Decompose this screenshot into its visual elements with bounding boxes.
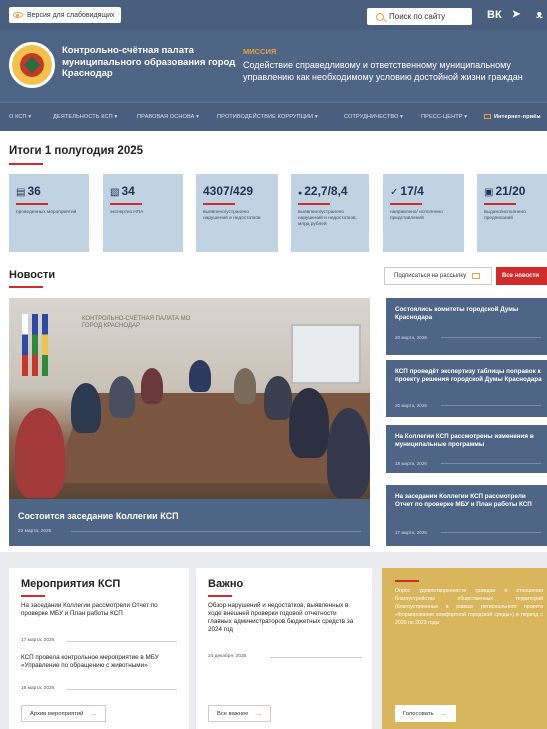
- main-news-title[interactable]: Состоится заседание Коллегии КСП: [18, 511, 179, 521]
- all-news-label: Все новости: [502, 273, 540, 279]
- stat-label: проведенных мероприятий: [16, 210, 77, 215]
- odnoklassniki-icon[interactable]: ᴥ: [536, 9, 543, 21]
- side-news-item[interactable]: Состоялись комитеты городской Думы Красн…: [386, 298, 547, 355]
- search-icon: [376, 12, 384, 21]
- document-icon: ▧: [110, 187, 120, 198]
- vote-label: Голосовать: [403, 710, 434, 717]
- nav-item-about[interactable]: О КСП ▾: [9, 114, 31, 120]
- nav-item-anticorruption[interactable]: ПРОТИВОДЕЙСТВИЕ КОРРУПЦИИ ▾: [217, 114, 318, 120]
- events-card: Мероприятия КСП На заседании Коллегии ра…: [9, 568, 189, 729]
- mission-text: Содействие справедливому и ответственном…: [243, 60, 523, 82]
- stat-card-events: ▤ 36 проведенных мероприятий: [9, 174, 89, 252]
- all-important-button[interactable]: Все важное →: [208, 705, 272, 722]
- important-card: Важно Обзор нарушений и недостатков, выя…: [196, 568, 372, 729]
- stat-value: 34: [121, 184, 135, 198]
- low-vision-label: Версия для слабовидящих: [27, 11, 115, 19]
- side-news-date: 18 марта, 2026: [395, 461, 427, 466]
- side-news-date: 20 марта, 2026: [395, 403, 427, 408]
- arrow-right-icon: →: [254, 709, 263, 718]
- calendar-icon: ▤: [16, 187, 26, 198]
- events-title: Мероприятия КСП: [21, 578, 121, 590]
- subscribe-label: Подписаться на рассылку: [394, 273, 467, 279]
- results-title: Итоги 1 полугодия 2025: [9, 145, 144, 157]
- side-news-item[interactable]: На Коллегии КСП рассмотрены изменения в …: [386, 425, 547, 473]
- news-photo: КОНТРОЛЬНО-СЧЁТНАЯ ПАЛАТА МО ГОРОД КРАСН…: [9, 298, 370, 499]
- clipboard-icon: ▣: [484, 187, 494, 198]
- stat-label: выявлено/устранено нарушений и недостатк…: [203, 210, 261, 222]
- low-vision-button[interactable]: Версия для слабовидящих: [9, 7, 121, 23]
- stat-label: экспертиз НПА: [110, 210, 144, 215]
- results-underline: [9, 163, 43, 165]
- event-item-title[interactable]: КСП провела контрольное мероприятие в МБ…: [21, 654, 181, 670]
- stat-card-rubles: ● 22,7/8,4 выявлено/устранено нарушений и…: [291, 174, 369, 252]
- wall-sign: КОНТРОЛЬНО-СЧЁТНАЯ ПАЛАТА МО ГОРОД КРАСН…: [82, 316, 191, 329]
- organization-name[interactable]: Контрольно-счётная палата муниципального…: [62, 45, 237, 80]
- top-bar: Версия для слабовидящих Поиск по сайту В…: [0, 0, 547, 30]
- search-label: Поиск по сайту: [389, 12, 446, 21]
- eye-icon: [13, 12, 23, 18]
- stat-card-representations: ✓ 17/4 направлено/ исполнено представлени…: [383, 174, 464, 252]
- events-archive-label: Архив мероприятий: [30, 710, 84, 717]
- mission-title: МИССИЯ: [243, 47, 277, 56]
- vote-button[interactable]: Голосовать →: [395, 705, 456, 722]
- divider: [71, 531, 361, 532]
- nav-item-cooperation[interactable]: СОТРУДНИЧЕСТВО ▾: [344, 114, 403, 120]
- subscribe-button[interactable]: Подписаться на рассылку: [384, 267, 492, 285]
- news-underline: [9, 286, 43, 288]
- event-item-date: 16 марта, 2026: [21, 686, 55, 691]
- event-item-title[interactable]: На заседании Коллегии рассмотрели Отчет …: [21, 602, 181, 618]
- stat-value: 21/20: [495, 184, 526, 198]
- side-news-item[interactable]: КСП проведёт экспертизу таблицы поправок…: [386, 360, 547, 417]
- coin-icon: ●: [298, 190, 303, 197]
- nav-item-press[interactable]: ПРЕСС-ЦЕНТР ▾: [421, 114, 467, 120]
- check-circle-icon: ✓: [390, 187, 399, 198]
- all-important-label: Все важное: [217, 710, 249, 717]
- arrow-right-icon: →: [89, 709, 98, 718]
- main-news-card[interactable]: КОНТРОЛЬНО-СЧЁТНАЯ ПАЛАТА МО ГОРОД КРАСН…: [9, 298, 370, 546]
- news-title: Новости: [9, 269, 56, 281]
- main-news-date: 22 марта, 2026: [18, 529, 52, 534]
- main-nav: О КСП ▾ ДЕЯТЕЛЬНОСТЬ КСП ▾ ПРАВОВАЯ ОСНО…: [0, 102, 547, 131]
- arrow-right-icon: →: [439, 709, 448, 718]
- stat-card-prescriptions: ▣ 21/20 выдано/исполнено предписаний: [477, 174, 547, 252]
- event-item-date: 17 марта, 2026: [21, 638, 55, 643]
- nav-item-activity[interactable]: ДЕЯТЕЛЬНОСТЬ КСП ▾: [53, 114, 117, 120]
- site-header: Контрольно-счётная палата муниципального…: [0, 30, 547, 102]
- poll-text: Опрос удовлетворенности граждан в отноше…: [395, 588, 543, 626]
- side-news-item[interactable]: На заседании Коллегии КСП рассмотрели От…: [386, 485, 547, 546]
- stat-label: выдано/исполнено предписаний: [484, 210, 526, 222]
- important-item-date: 24 декабря, 2025: [208, 654, 247, 659]
- stat-card-expertise: ▧ 34 экспертиз НПА: [103, 174, 183, 252]
- stat-label: выявлено/устранено нарушений и недостатк…: [298, 210, 357, 228]
- all-news-button[interactable]: Все новости: [496, 267, 547, 285]
- stat-card-violations: 4307/429 выявлено/устранено нарушений и …: [196, 174, 278, 252]
- stat-value: 36: [27, 184, 41, 198]
- telegram-icon[interactable]: ➤: [512, 9, 520, 20]
- nav-item-internet-reception[interactable]: Интернет-приём: [484, 114, 541, 120]
- important-item-title[interactable]: Обзор нарушений и недостатков, выявленны…: [208, 602, 358, 634]
- side-news-title[interactable]: Состоялись комитеты городской Думы Красн…: [395, 306, 545, 322]
- stat-value: 22,7/8,4: [304, 184, 348, 198]
- stat-label: направлено/ исполнено представлений: [390, 210, 443, 222]
- envelope-icon: [484, 114, 491, 119]
- poll-card: Опрос удовлетворенности граждан в отноше…: [382, 568, 547, 729]
- envelope-icon: [472, 273, 481, 279]
- important-title: Важно: [208, 578, 244, 590]
- nav-item-legal[interactable]: ПРАВОВАЯ ОСНОВА ▾: [137, 114, 199, 120]
- coat-of-arms-logo[interactable]: [9, 42, 55, 88]
- site-search-button[interactable]: Поиск по сайту: [367, 8, 472, 25]
- side-news-title[interactable]: На заседании Коллегии КСП рассмотрели От…: [395, 493, 545, 509]
- stat-value: 17/4: [400, 184, 424, 198]
- side-news-date: 17 марта, 2026: [395, 530, 427, 535]
- events-archive-button[interactable]: Архив мероприятий →: [21, 705, 107, 722]
- side-news-title[interactable]: КСП проведёт экспертизу таблицы поправок…: [395, 368, 545, 384]
- vk-icon[interactable]: ВК: [487, 9, 502, 21]
- stat-value: 4307/429: [203, 184, 254, 198]
- side-news-title[interactable]: На Коллегии КСП рассмотрены изменения в …: [395, 433, 545, 449]
- side-news-date: 20 марта, 2026: [395, 335, 427, 340]
